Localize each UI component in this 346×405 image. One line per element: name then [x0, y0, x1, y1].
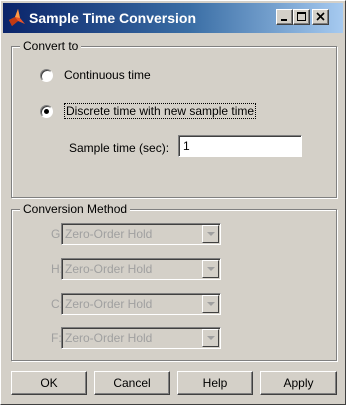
maximize-icon [297, 12, 306, 21]
c-dropdown-arrow[interactable] [202, 295, 219, 313]
sample-time-label: Sample time (sec): [69, 141, 170, 155]
f-dropdown-arrow[interactable] [202, 329, 219, 347]
close-icon [316, 12, 325, 21]
apply-button[interactable]: Apply [260, 371, 337, 395]
g-method-dropdown[interactable]: Zero-Order Hold [61, 223, 221, 245]
h-method-value: Zero-Order Hold [65, 262, 153, 276]
g-dropdown-arrow[interactable] [202, 225, 219, 243]
title-bar[interactable]: Sample Time Conversion [3, 3, 343, 33]
f-method-dropdown[interactable]: Zero-Order Hold [61, 327, 221, 349]
ok-button[interactable]: OK [11, 371, 87, 395]
h-dropdown-arrow[interactable] [202, 260, 219, 278]
convert-to-legend: Convert to [20, 39, 82, 53]
discrete-time-label[interactable]: Discrete time with new sample time [64, 103, 257, 119]
continuous-time-label[interactable]: Continuous time [64, 68, 151, 82]
close-button[interactable] [312, 9, 329, 25]
matlab-logo-icon [9, 9, 25, 26]
dialog-window: Sample Time Conversion Convert to Contin… [0, 0, 346, 405]
maximize-button[interactable] [293, 9, 310, 25]
chevron-down-icon [207, 232, 215, 236]
c-method-value: Zero-Order Hold [65, 297, 153, 311]
conversion-method-group: Conversion Method G: Zero-Order Hold H: … [11, 202, 337, 361]
convert-to-group: Convert to Continuous time Discrete time… [11, 39, 337, 198]
cancel-button[interactable]: Cancel [94, 371, 170, 395]
chevron-down-icon [207, 336, 215, 340]
c-method-dropdown[interactable]: Zero-Order Hold [61, 293, 221, 315]
sample-time-input[interactable] [178, 135, 302, 157]
minimize-icon [281, 19, 287, 21]
minimize-button[interactable] [276, 9, 293, 25]
f-method-value: Zero-Order Hold [65, 331, 153, 345]
chevron-down-icon [207, 302, 215, 306]
conversion-method-legend: Conversion Method [20, 202, 131, 216]
continuous-time-radio[interactable] [40, 69, 53, 82]
window-title: Sample Time Conversion [29, 10, 197, 26]
help-button[interactable]: Help [177, 371, 253, 395]
discrete-time-radio[interactable] [40, 105, 53, 118]
g-method-value: Zero-Order Hold [65, 227, 153, 241]
radio-selected-dot [44, 109, 49, 114]
chevron-down-icon [207, 267, 215, 271]
h-method-dropdown[interactable]: Zero-Order Hold [61, 258, 221, 280]
